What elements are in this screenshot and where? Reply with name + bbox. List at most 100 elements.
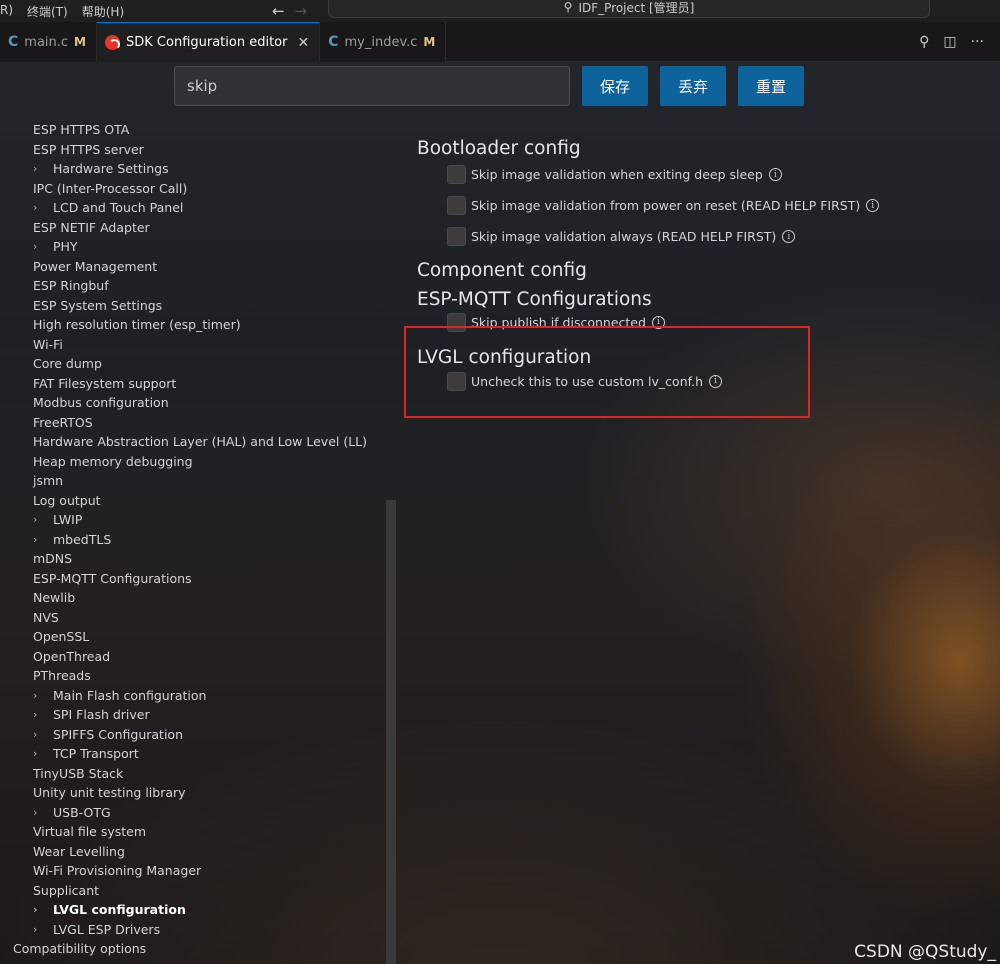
tab-main-c[interactable]: C main.c M [0,22,97,62]
tree-item[interactable]: › LVGL configuration [0,900,390,920]
chevron-right-icon[interactable]: › [33,689,53,702]
chevron-right-icon[interactable]: › [33,747,53,760]
tree-item-label: OpenThread [33,648,111,664]
tree-item-label: Supplicant [33,882,100,898]
pin-icon[interactable]: ⚲ [919,34,929,50]
chevron-right-icon[interactable]: › [33,708,53,721]
tree-item[interactable]: OpenThread [0,647,390,667]
tree-item[interactable]: NVS [0,608,390,628]
tree-item[interactable]: Log output [0,491,390,511]
chevron-right-icon[interactable]: › [33,728,53,741]
tree-item[interactable]: Virtual file system [0,822,390,842]
reset-button[interactable]: 重置 [738,66,804,106]
tree-item-label: LWIP [53,512,83,528]
checkbox[interactable] [447,196,466,215]
tree-item[interactable]: FAT Filesystem support [0,374,390,394]
tree-item[interactable]: › LCD and Touch Panel [0,198,390,218]
tree-item-label: LCD and Touch Panel [53,200,184,216]
chevron-right-icon[interactable]: › [33,533,53,546]
tree-item[interactable]: TinyUSB Stack [0,764,390,784]
tree-item[interactable]: Wear Levelling [0,842,390,862]
tree-item[interactable]: › Hardware Settings [0,159,390,179]
menu-item-run[interactable]: R) [0,3,13,20]
tree-item[interactable]: ESP HTTPS OTA [0,120,390,140]
tree-item[interactable]: jsmn [0,471,390,491]
tree-item-label: ESP Ringbuf [33,278,109,294]
split-editor-icon[interactable]: ◫ [943,34,956,50]
search-input[interactable] [174,66,570,106]
tree-item[interactable]: › PHY [0,237,390,257]
tree-item[interactable]: › USB-OTG [0,803,390,823]
checkbox[interactable] [447,227,466,246]
tree-item[interactable]: Modbus configuration [0,393,390,413]
tree-item-label: Hardware Settings [53,161,169,177]
tab-my-indev-c[interactable]: C my_indev.c M [320,22,447,62]
tab-actions: ⚲ ◫ ··· [919,22,984,62]
tree-item[interactable]: Compatibility options [0,939,390,959]
tree-item[interactable]: Wi-Fi Provisioning Manager [0,861,390,881]
tree-item[interactable]: Power Management [0,257,390,277]
tree-item[interactable]: ESP System Settings [0,296,390,316]
tree-item[interactable]: High resolution timer (esp_timer) [0,315,390,335]
editor-tab-bar: C main.c M SDK Configuration editor ✕ C … [0,22,1000,62]
tree-item[interactable]: › SPIFFS Configuration [0,725,390,745]
tree-item[interactable]: › LWIP [0,510,390,530]
tab-sdk-config-editor[interactable]: SDK Configuration editor ✕ [97,22,321,62]
chevron-right-icon[interactable]: › [33,201,53,214]
chevron-right-icon[interactable]: › [33,240,53,253]
option-label: Skip image validation when exiting deep … [471,167,763,182]
tree-item[interactable]: › Main Flash configuration [0,686,390,706]
tree-item-label: Core dump [33,356,102,372]
tab-label: main.c [24,34,69,50]
tree-item[interactable]: PThreads [0,666,390,686]
chevron-right-icon[interactable]: › [33,162,53,175]
tree-item[interactable]: › SPI Flash driver [0,705,390,725]
tree-item[interactable]: ESP Ringbuf [0,276,390,296]
info-icon[interactable]: i [866,199,880,212]
tree-item[interactable]: ESP HTTPS server [0,140,390,160]
menu-item-help[interactable]: 帮助(H) [82,3,124,20]
tree-item-label: High resolution timer (esp_timer) [33,317,241,333]
tree-scrollbar[interactable] [386,500,396,964]
tree-item[interactable]: ESP-MQTT Configurations [0,569,390,589]
info-icon[interactable]: i [768,168,782,181]
forward-arrow-icon[interactable]: → [295,2,308,20]
tree-item[interactable]: Hardware Abstraction Layer (HAL) and Low… [0,432,390,452]
tree-item[interactable]: mDNS [0,549,390,569]
close-icon[interactable]: ✕ [297,35,309,51]
tree-item[interactable]: FreeRTOS [0,413,390,433]
tree-item[interactable]: › LVGL ESP Drivers [0,920,390,940]
watermark: CSDN @QStudy_ [854,942,996,962]
tree-item-label: ESP HTTPS OTA [33,122,130,138]
tree-item[interactable]: › mbedTLS [0,530,390,550]
back-arrow-icon[interactable]: ← [272,2,285,20]
tree-item[interactable]: ESP NETIF Adapter [0,218,390,238]
info-icon[interactable]: i [782,230,796,243]
tree-item[interactable]: › TCP Transport [0,744,390,764]
tab-label: my_indev.c [344,34,418,50]
tree-item[interactable]: Newlib [0,588,390,608]
discard-button[interactable]: 丢弃 [660,66,726,106]
command-center[interactable]: ⚲ IDF_Project [管理员] [328,0,930,18]
search-row: 保存 丢弃 重置 [174,66,804,106]
more-actions-icon[interactable]: ··· [971,34,984,50]
tree-item[interactable]: Core dump [0,354,390,374]
chevron-right-icon[interactable]: › [33,513,53,526]
tree-item-label: Newlib [33,590,76,606]
checkbox[interactable] [447,165,466,184]
tree-item-label: LVGL ESP Drivers [53,921,161,937]
save-button[interactable]: 保存 [582,66,648,106]
tree-item[interactable]: Supplicant [0,881,390,901]
tree-item[interactable]: IPC (Inter-Processor Call) [0,179,390,199]
chevron-right-icon[interactable]: › [33,903,53,916]
tree-item-label: Modbus configuration [33,395,169,411]
modified-badge: M [423,35,436,49]
chevron-right-icon[interactable]: › [33,806,53,819]
tree-item[interactable]: OpenSSL [0,627,390,647]
chevron-right-icon[interactable]: › [33,923,53,936]
tree-item[interactable]: Wi-Fi [0,335,390,355]
tree-item[interactable]: Heap memory debugging [0,452,390,472]
tree-item[interactable]: Unity unit testing library [0,783,390,803]
option-row: Skip image validation always (READ HELP … [417,221,977,252]
menu-item-terminal[interactable]: 终端(T) [27,3,68,20]
